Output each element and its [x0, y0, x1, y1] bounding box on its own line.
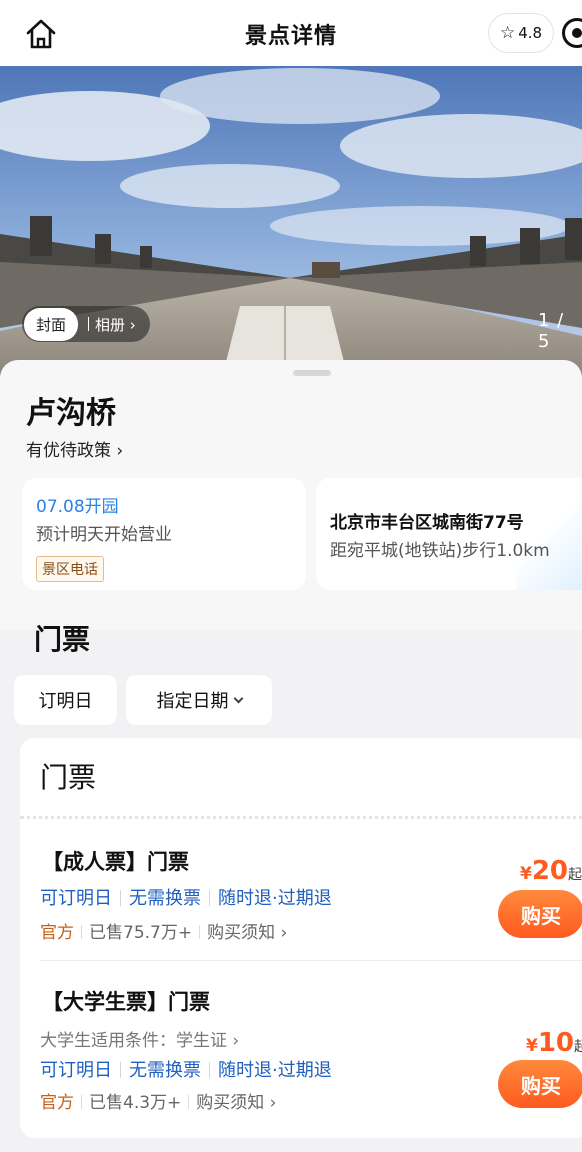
- discount-label: 有优待政策: [26, 441, 111, 461]
- price-value: 20: [531, 856, 569, 886]
- album-label: 相册: [95, 315, 126, 334]
- open-note: 预计明天开始营业: [36, 525, 172, 545]
- divider: [120, 1062, 121, 1078]
- divider: [40, 960, 582, 961]
- feature-label: 无需换票: [129, 888, 201, 909]
- buy-button[interactable]: 购买: [498, 1060, 582, 1108]
- price-suffix: 起: [574, 1039, 582, 1055]
- open-date: 07.08开园: [36, 497, 119, 517]
- sold-count: 已售75.7万+: [89, 923, 193, 943]
- official-label: 官方: [40, 923, 74, 943]
- map-decoration: [516, 478, 582, 590]
- divider: [209, 890, 210, 906]
- hero-photo[interactable]: 封面 相册 › 1 / 5: [0, 66, 582, 376]
- divider: [120, 890, 121, 906]
- purchase-notice-link[interactable]: 购买须知 ›: [207, 923, 287, 943]
- rating-button[interactable]: ☆ 4.8: [488, 13, 554, 53]
- ticket-features: 可订明日 无需换票 随时退·过期退: [40, 1056, 332, 1082]
- divider: [81, 925, 82, 939]
- scenic-phone-button[interactable]: 景区电话: [36, 556, 104, 582]
- buy-button[interactable]: 购买: [498, 890, 582, 938]
- photo-counter: 1 / 5: [538, 310, 565, 352]
- divider: [188, 1095, 190, 1109]
- address-card[interactable]: 北京市丰台区城南街77号 距宛平城(地铁站)步行1.0km: [316, 478, 582, 590]
- rating-value: 4.8: [518, 24, 543, 42]
- ticket-name: 【大学生票】门票: [42, 990, 210, 1014]
- divider: [88, 317, 90, 331]
- feature-label: 可订明日: [40, 1060, 112, 1081]
- drag-handle[interactable]: [293, 370, 331, 376]
- info-sheet: 卢沟桥 有优待政策 › 07.08开园 预计明天开始营业 景区电话 北京市丰台区…: [0, 360, 582, 630]
- album-switch[interactable]: 封面 相册 ›: [22, 306, 150, 342]
- price-value: 10: [537, 1028, 575, 1058]
- panel-title: 门票: [40, 761, 97, 794]
- divider: [81, 1095, 82, 1109]
- official-label: 官方: [40, 1093, 74, 1113]
- feature-label: 可订明日: [40, 888, 112, 909]
- spot-name: 卢沟桥: [26, 396, 116, 431]
- chip-label: 订明日: [38, 691, 93, 712]
- star-icon: ☆: [499, 23, 516, 43]
- ticket-name: 【成人票】门票: [42, 850, 189, 874]
- divider: [199, 925, 201, 939]
- ticket-sales: 官方 已售4.3万+ 购买须知 ›: [40, 1088, 276, 1113]
- distance-info: 距宛平城(地铁站)步行1.0km: [330, 541, 550, 561]
- book-tomorrow-chip[interactable]: 订明日: [14, 675, 117, 725]
- feature-label: 无需换票: [129, 1060, 201, 1081]
- cover-tab[interactable]: 封面: [24, 307, 79, 341]
- notice-label: 购买须知: [196, 1093, 265, 1113]
- ticket-price: ¥20起: [520, 856, 582, 886]
- feature-label: 随时退·过期退: [218, 888, 332, 909]
- address: 北京市丰台区城南街77号: [330, 513, 524, 533]
- purchase-notice-link[interactable]: 购买须知 ›: [196, 1093, 276, 1113]
- ticket-sales: 官方 已售75.7万+ 购买须知 ›: [40, 918, 287, 943]
- discount-policy-link[interactable]: 有优待政策 ›: [26, 436, 123, 461]
- top-bar: 景点详情 ☆ 4.8: [0, 0, 582, 66]
- currency-symbol: ¥: [526, 1036, 538, 1056]
- pick-date-chip[interactable]: 指定日期: [126, 675, 272, 725]
- feature-label: 随时退·过期退: [218, 1060, 332, 1081]
- sold-count: 已售4.3万+: [89, 1093, 182, 1113]
- chip-label: 指定日期: [156, 691, 229, 712]
- divider: [209, 1062, 210, 1078]
- tickets-section-title: 门票: [34, 623, 91, 656]
- eligibility-link[interactable]: 大学生适用条件：学生证 ›: [40, 1026, 239, 1051]
- ticket-features: 可订明日 无需换票 随时退·过期退: [40, 884, 332, 910]
- dotted-divider: [20, 816, 582, 819]
- notice-label: 购买须知: [207, 923, 276, 943]
- opening-hours-card[interactable]: 07.08开园 预计明天开始营业 景区电话: [22, 478, 306, 590]
- chevron-down-icon: [233, 693, 243, 703]
- album-tab[interactable]: 相册 ›: [95, 314, 148, 335]
- ticket-panel: 门票 【成人票】门票 可订明日 无需换票 随时退·过期退 官方 已售75.7万+ 购买须…: [20, 738, 582, 1138]
- price-suffix: 起: [568, 867, 582, 883]
- eligibility-label: 大学生适用条件：学生证: [40, 1031, 227, 1051]
- currency-symbol: ¥: [520, 864, 532, 884]
- ticket-price: ¥10起: [526, 1028, 582, 1058]
